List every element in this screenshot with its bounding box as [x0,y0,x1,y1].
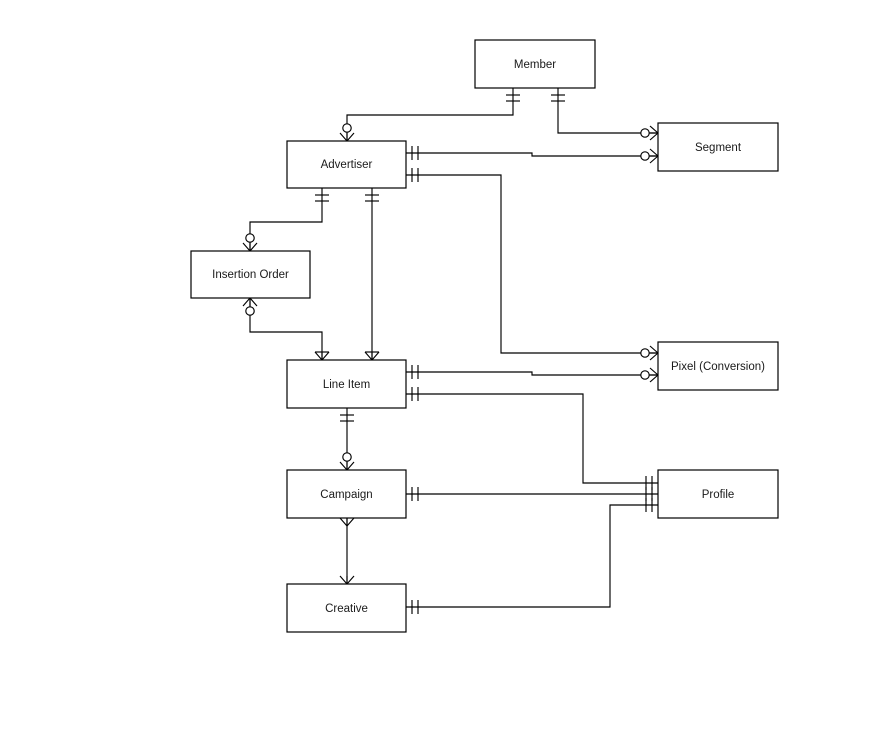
marker-zero-or-many-segment-advertiser [640,148,659,164]
entity-insertion-order-label: Insertion Order [212,269,289,281]
er-diagram-canvas: Member Segment Advertiser Insertion Orde… [0,0,878,734]
entity-pixel-conversion[interactable]: Pixel (Conversion) [657,341,779,391]
connector-line-item-profile [406,393,658,484]
entity-segment-label: Segment [695,142,742,154]
connector-member-advertiser [346,88,514,141]
entity-campaign[interactable]: Campaign [286,469,407,519]
entity-line-item[interactable]: Line Item [286,359,407,409]
entity-member[interactable]: Member [474,39,596,89]
marker-one-or-many-line-item-advertiser [364,351,380,361]
entity-member-label: Member [514,59,556,71]
connector-advertiser-insertion-order [249,188,323,251]
connector-member-segment [557,88,658,134]
marker-one-or-many-creative-campaign [339,575,355,585]
marker-zero-or-many-segment-member [640,125,659,141]
connector-advertiser-segment [406,152,658,157]
entity-campaign-label: Campaign [320,489,372,501]
connector-advertiser-pixel [406,174,658,354]
entity-creative[interactable]: Creative [286,583,407,633]
entity-profile-label: Profile [702,489,735,501]
entity-pixel-conversion-label: Pixel (Conversion) [671,361,765,373]
connector-insertion-order-line-item [249,298,323,360]
marker-zero-or-many-campaign-line-item [339,452,355,471]
entity-advertiser-label: Advertiser [321,159,373,171]
marker-zero-or-many-pixel-advertiser [640,345,659,361]
entity-boxes: Member Segment Advertiser Insertion Orde… [190,39,779,633]
entity-insertion-order[interactable]: Insertion Order [190,250,311,299]
entity-advertiser[interactable]: Advertiser [286,140,407,189]
connector-line-item-pixel [406,371,658,376]
connector-creative-profile [406,504,658,608]
marker-zero-or-many-advertiser-member [339,123,355,142]
marker-one-or-many-campaign-creative [339,517,355,527]
entity-line-item-label: Line Item [323,379,370,391]
entity-profile[interactable]: Profile [657,469,779,519]
er-diagram-svg: Member Segment Advertiser Insertion Orde… [190,39,779,633]
marker-zero-or-many-pixel-line-item [640,367,659,383]
marker-one-or-many-line-item-insertion-order [314,351,330,361]
marker-zero-or-many-insertion-order-advertiser [242,233,258,252]
entity-segment[interactable]: Segment [657,122,779,172]
entity-creative-label: Creative [325,603,368,615]
marker-zero-or-many-insertion-order-line-item [242,297,258,316]
